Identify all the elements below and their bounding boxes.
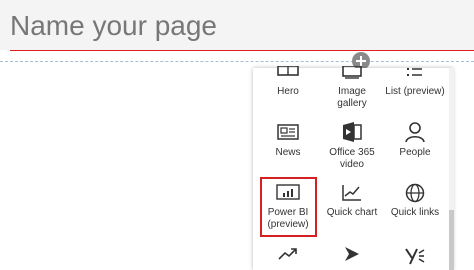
scrollbar-thumb[interactable] xyxy=(449,210,454,270)
webpart-tile-image-gallery[interactable]: Image gallery xyxy=(322,66,382,110)
office-365-video-icon xyxy=(343,122,362,142)
webpart-tile-label: News xyxy=(275,147,301,158)
webpart-tile-office-365-video[interactable]: Office 365 video xyxy=(322,121,382,171)
globe-icon xyxy=(405,183,425,203)
webpart-tile-quick-chart[interactable]: Quick chart xyxy=(322,183,382,219)
stream-play-icon xyxy=(345,247,359,261)
webpart-tile-yammer[interactable] xyxy=(385,244,445,266)
webpart-tile-label: Power BI (preview) xyxy=(267,207,309,230)
trending-icon xyxy=(278,248,297,260)
webpart-tile-quick-links[interactable]: Quick links xyxy=(385,183,445,219)
webpart-tile-trending[interactable] xyxy=(258,244,318,264)
power-bi-icon xyxy=(276,184,300,200)
yammer-icon xyxy=(405,248,425,265)
webpart-tile-stream[interactable] xyxy=(322,244,382,264)
webpart-tile-news[interactable]: News xyxy=(258,121,318,159)
webpart-tile-label: Quick links xyxy=(390,207,440,218)
webpart-tile-label: Image gallery xyxy=(337,86,367,109)
image-gallery-icon xyxy=(342,66,362,79)
webpart-tile-hero[interactable]: Hero xyxy=(258,66,318,98)
webpart-tile-label: List (preview) xyxy=(385,86,445,97)
title-underline xyxy=(10,50,474,51)
webpart-tile-people[interactable]: People xyxy=(385,121,445,159)
hero-icon xyxy=(277,66,299,76)
picker-scrollbar[interactable] xyxy=(449,68,454,270)
webpart-tile-label: Office 365 video xyxy=(329,147,375,170)
webpart-tile-power-bi[interactable]: Power BI (preview) xyxy=(258,183,318,231)
webpart-tile-label: Hero xyxy=(277,86,299,97)
line-chart-icon xyxy=(342,185,361,201)
webpart-tile-label: Quick chart xyxy=(326,207,378,218)
news-icon xyxy=(277,124,299,140)
page-title-input[interactable]: Name your page xyxy=(10,8,217,44)
webpart-tile-list[interactable]: List (preview) xyxy=(385,66,445,98)
webpart-tile-label: People xyxy=(399,147,431,158)
list-icon xyxy=(407,68,422,76)
person-icon xyxy=(405,122,425,143)
section-divider xyxy=(0,61,474,62)
